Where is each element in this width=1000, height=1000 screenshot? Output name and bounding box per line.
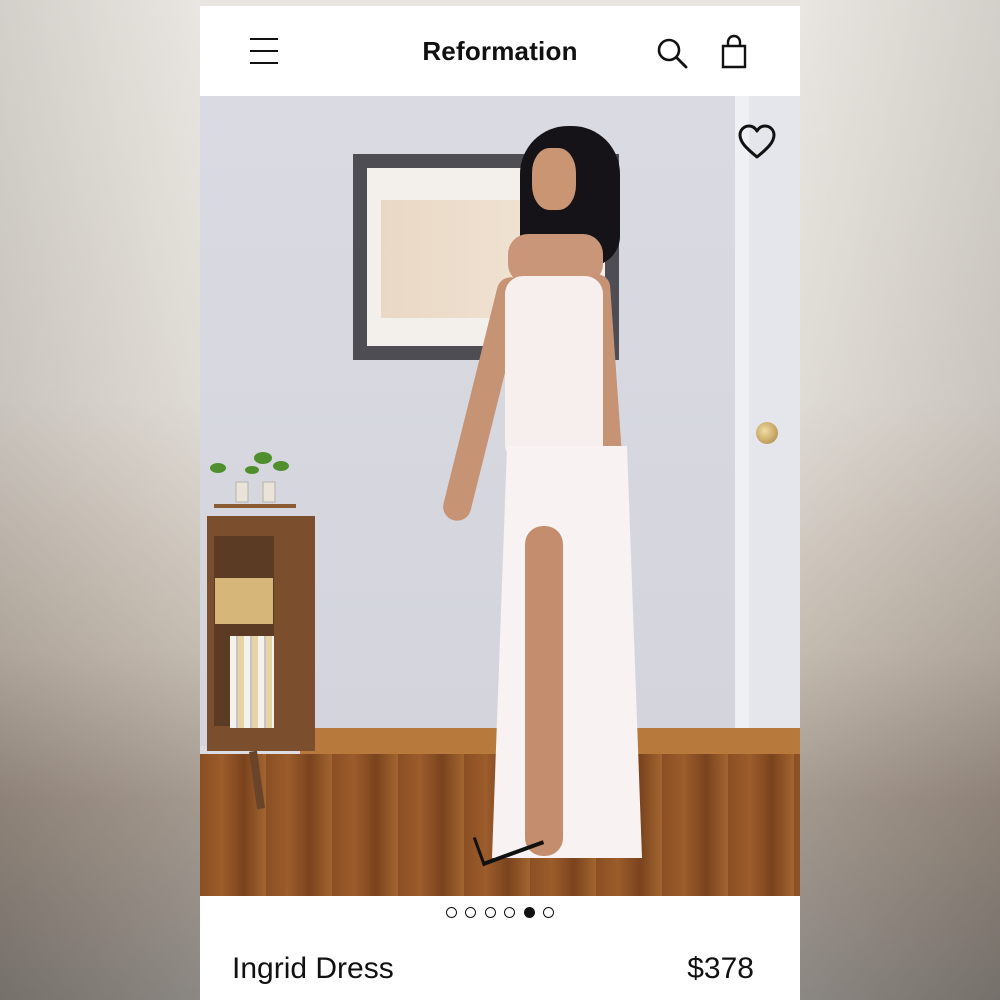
pager-dot-2[interactable]	[465, 907, 477, 919]
product-price: $378	[687, 952, 754, 985]
brand-logo[interactable]: Reformation	[200, 36, 800, 67]
pager-dot-3[interactable]	[484, 907, 496, 919]
product-name: Ingrid Dress	[232, 952, 394, 985]
mobile-screen: Reformation Ingrid Dress $378	[200, 6, 800, 1000]
image-pager	[200, 904, 800, 924]
pager-dot-4[interactable]	[504, 907, 516, 919]
pager-dot-1[interactable]	[445, 907, 457, 919]
shopping-bag-icon[interactable]	[717, 34, 751, 70]
search-icon[interactable]	[655, 36, 689, 70]
background-left	[0, 0, 200, 1000]
pager-dot-5-active[interactable]	[523, 907, 535, 919]
header: Reformation	[200, 6, 800, 96]
pager-dot-6[interactable]	[543, 907, 555, 919]
background-right	[800, 0, 1000, 1000]
product-image[interactable]	[200, 96, 800, 896]
heart-icon[interactable]	[737, 124, 777, 160]
